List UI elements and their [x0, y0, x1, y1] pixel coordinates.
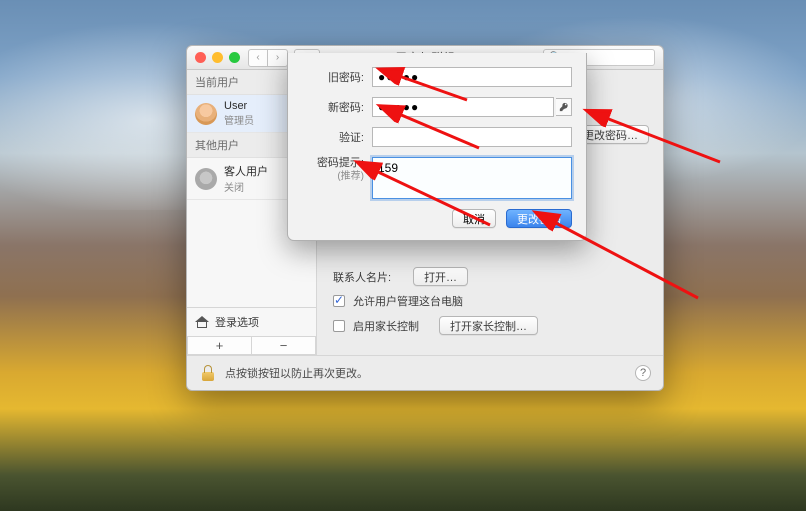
- cancel-button[interactable]: 取消: [452, 209, 496, 228]
- remove-user-button[interactable]: −: [252, 337, 316, 355]
- window-controls: [195, 52, 240, 63]
- verify-field[interactable]: [372, 127, 572, 147]
- user-name: 客人用户: [224, 163, 268, 179]
- confirm-change-password-button[interactable]: 更改密码: [506, 209, 572, 228]
- hint-field[interactable]: 159: [372, 157, 572, 199]
- minimize-icon[interactable]: [212, 52, 223, 63]
- add-user-button[interactable]: +: [187, 337, 252, 355]
- avatar: [195, 103, 217, 125]
- new-password-field[interactable]: ●●●●●: [372, 97, 554, 117]
- add-remove-buttons: + −: [187, 337, 316, 355]
- forward-button[interactable]: ›: [268, 49, 288, 67]
- login-options-label: 登录选项: [215, 314, 259, 330]
- key-icon[interactable]: [556, 98, 572, 116]
- nav-buttons: ‹ ›: [248, 49, 288, 67]
- back-button[interactable]: ‹: [248, 49, 268, 67]
- help-button[interactable]: ?: [635, 365, 651, 381]
- old-password-label: 旧密码:: [302, 69, 372, 85]
- change-password-sheet: 旧密码: ●●●●● 新密码: ●●●●● 验证: 密码提示:(推荐) 159 …: [287, 53, 587, 241]
- parental-button[interactable]: 打开家长控制…: [439, 316, 538, 335]
- new-password-label: 新密码:: [302, 99, 372, 115]
- preferences-window: ‹ › ▦▦ 用户与群组 🔍 搜索 当前用户 User 管理员 其他用户 客: [186, 45, 664, 391]
- lock-icon[interactable]: [199, 364, 217, 382]
- hint-label: 密码提示:(推荐): [302, 157, 372, 183]
- verify-label: 验证:: [302, 129, 372, 145]
- user-role: 关闭: [224, 179, 268, 194]
- allow-admin-label: 允许用户管理这台电脑: [353, 293, 463, 309]
- parental-checkbox[interactable]: [333, 320, 345, 332]
- contact-card-label: 联系人名片:: [333, 269, 391, 285]
- parental-label: 启用家长控制: [353, 318, 419, 334]
- allow-admin-checkbox[interactable]: [333, 295, 345, 307]
- house-icon: [195, 316, 209, 328]
- open-contact-button[interactable]: 打开…: [413, 267, 468, 286]
- user-role: 管理员: [224, 112, 254, 127]
- zoom-icon[interactable]: [229, 52, 240, 63]
- old-password-field[interactable]: ●●●●●: [372, 67, 572, 87]
- close-icon[interactable]: [195, 52, 206, 63]
- footer: 点按锁按钮以防止再次更改。 ?: [187, 355, 663, 390]
- lock-text: 点按锁按钮以防止再次更改。: [225, 365, 368, 381]
- avatar: [195, 168, 217, 190]
- login-options-row[interactable]: 登录选项: [187, 307, 316, 337]
- user-name: User: [224, 100, 254, 112]
